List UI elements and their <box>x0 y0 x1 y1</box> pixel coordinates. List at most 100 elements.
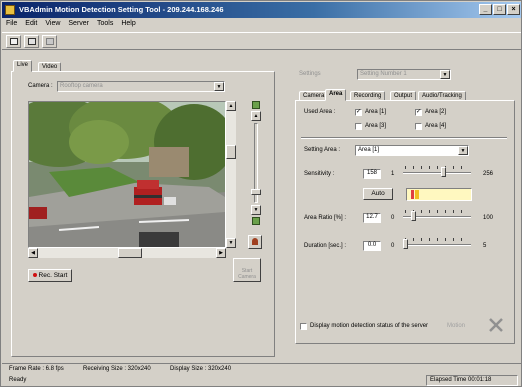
chevron-down-icon: ▼ <box>214 82 224 91</box>
app-icon <box>5 5 15 15</box>
menu-tools[interactable]: Tools <box>93 19 117 27</box>
sensitivity-max: 256 <box>483 171 494 177</box>
hscroll-thumb[interactable] <box>118 248 142 258</box>
video-vscrollbar[interactable]: ▲ ▼ <box>226 101 236 248</box>
scroll-down-icon[interactable]: ▼ <box>226 238 236 248</box>
area-2-label: Area [2] <box>425 109 447 115</box>
duration-label: Duration [sec.] : <box>304 243 347 249</box>
menu-server[interactable]: Server <box>64 19 93 27</box>
slider-ticks <box>405 238 469 241</box>
area-ratio-thumb[interactable] <box>411 211 416 221</box>
close-button[interactable]: × <box>507 4 520 15</box>
motion-x-icon <box>489 318 503 332</box>
settings-select[interactable]: Setting Number 1 ▼ <box>357 69 451 80</box>
area-3-label: Area [3] <box>365 123 387 129</box>
setting-area-label: Setting Area : <box>304 147 341 153</box>
duration-min: 0 <box>391 243 395 249</box>
menu-view[interactable]: View <box>41 19 64 27</box>
duration-thumb[interactable] <box>403 239 408 249</box>
menu-edit[interactable]: Edit <box>21 19 41 27</box>
duration-slider[interactable] <box>403 237 471 249</box>
camera-feed-image <box>9 95 234 247</box>
auto-button[interactable]: Auto <box>363 188 393 200</box>
area-ratio-min: 0 <box>391 215 395 221</box>
scroll-left-icon[interactable]: ◀ <box>28 248 38 258</box>
rec-start-button[interactable]: Rec. Start <box>28 269 72 282</box>
area-3-checkbox[interactable] <box>355 123 362 130</box>
menu-help[interactable]: Help <box>117 19 139 27</box>
display-motion-checkbox[interactable] <box>300 323 307 330</box>
duration-value[interactable]: 0.0 <box>363 241 381 251</box>
tab-area[interactable]: Area <box>325 89 347 101</box>
chevron-down-icon: ▼ <box>458 146 468 155</box>
sensitivity-label: Sensitivity : <box>304 171 335 177</box>
zoom-up-icon[interactable]: ▲ <box>251 111 261 121</box>
motion-indicator-icon <box>487 316 505 334</box>
area-ratio-value[interactable]: 12.7 <box>363 213 381 223</box>
camera-select[interactable]: Rooftop camera ▼ <box>57 81 225 92</box>
toolbar-settings-button[interactable] <box>42 35 57 48</box>
vscroll-thumb[interactable] <box>226 145 236 159</box>
minimize-button[interactable]: _ <box>479 4 492 15</box>
video-hscrollbar[interactable]: ◀ ▶ <box>28 248 226 258</box>
area-ratio-max: 100 <box>483 215 494 221</box>
frame-rate: Frame Rate : 6.8 fps <box>9 366 64 372</box>
info-bar: Frame Rate : 6.8 fps Receiving Size : 32… <box>2 363 521 374</box>
display-motion-label: Display motion detection status of the s… <box>310 323 429 329</box>
area-4-checkbox[interactable] <box>415 123 422 130</box>
menu-bar: File Edit View Server Tools Help <box>2 19 521 31</box>
video-frame <box>9 95 234 248</box>
area-2-checkbox[interactable]: ✓ <box>415 109 422 116</box>
title-bar: VBAdmin Motion Detection Setting Tool - … <box>2 2 521 18</box>
zoom-thumb[interactable] <box>251 189 261 195</box>
sensitivity-slider[interactable] <box>403 165 471 177</box>
status-text: Ready <box>9 377 27 383</box>
tab-live[interactable]: Live <box>13 60 33 72</box>
record-icon <box>32 273 37 277</box>
elapsed-time-panel: Elapsed Time 00:01:18 <box>426 375 518 386</box>
scroll-right-icon[interactable]: ▶ <box>216 248 226 258</box>
status-bar: Ready Elapsed Time 00:01:18 <box>2 375 521 386</box>
area-1-checkbox[interactable]: ✓ <box>355 109 362 116</box>
area-ratio-slider[interactable] <box>403 209 471 221</box>
menu-file[interactable]: File <box>2 19 21 27</box>
app-window: VBAdmin Motion Detection Setting Tool - … <box>0 0 522 387</box>
used-area-label: Used Area : <box>304 109 336 115</box>
save-icon <box>28 38 36 45</box>
divider <box>301 137 507 139</box>
settings-select-value: Setting Number 1 <box>360 71 407 77</box>
slider-track <box>403 244 471 246</box>
rec-start-label: Rec. Start <box>38 272 68 279</box>
maximize-button[interactable]: □ <box>493 4 506 15</box>
start-camera-button[interactable]: Start Camera <box>233 258 261 282</box>
scroll-up-icon[interactable]: ▲ <box>226 101 236 111</box>
camera-label: Camera : <box>28 83 53 89</box>
open-icon <box>10 38 18 45</box>
zoom-down-icon[interactable]: ▼ <box>251 205 261 215</box>
window-title: VBAdmin Motion Detection Setting Tool - … <box>19 5 224 14</box>
snapshot-button[interactable] <box>248 235 262 249</box>
area-4-label: Area [4] <box>425 123 447 129</box>
ptz-wide-icon[interactable] <box>252 217 260 225</box>
setting-area-value: Area [1] <box>358 147 380 153</box>
ptz-home-icon[interactable] <box>252 101 260 109</box>
toolbar-save-button[interactable] <box>24 35 39 48</box>
chevron-down-icon: ▼ <box>440 70 450 79</box>
receiving-size: Receiving Size : 320x240 <box>83 366 151 372</box>
sensitivity-thumb[interactable] <box>441 167 446 177</box>
duration-max: 5 <box>483 243 487 249</box>
setting-area-select[interactable]: Area [1] ▼ <box>355 145 469 156</box>
ptz-control-column: ▲ ▼ <box>250 101 262 241</box>
slider-track <box>403 172 471 174</box>
level-meter-bar <box>415 190 419 199</box>
toolbar-open-button[interactable] <box>6 35 21 48</box>
settings-icon <box>46 38 54 45</box>
level-meter-marker <box>411 190 414 199</box>
person-icon <box>252 238 258 245</box>
sensitivity-value[interactable]: 158 <box>363 169 381 179</box>
camera-select-value: Rooftop camera <box>60 83 103 89</box>
elapsed-time: Elapsed Time 00:01:18 <box>430 377 492 383</box>
slider-ticks <box>405 166 469 169</box>
sensitivity-min: 1 <box>391 171 395 177</box>
area-1-label: Area [1] <box>365 109 387 115</box>
